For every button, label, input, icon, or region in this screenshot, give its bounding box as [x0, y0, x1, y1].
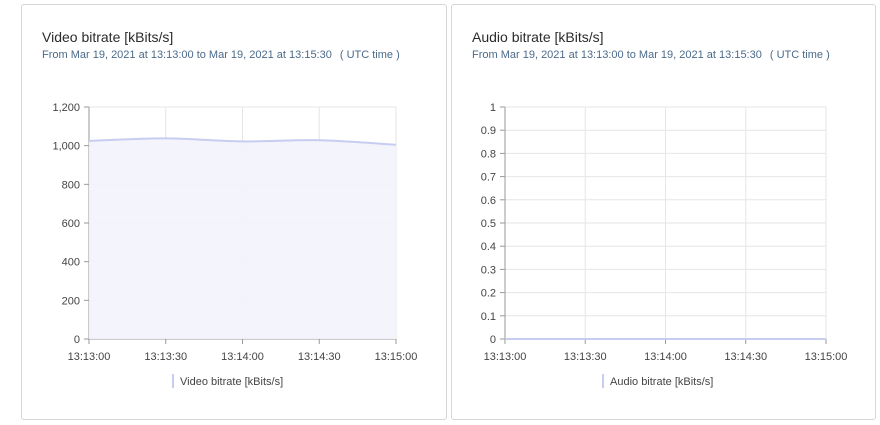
legend-swatch[interactable] — [172, 374, 174, 388]
y-tick-label: 200 — [62, 295, 80, 307]
x-tick-label: 13:14:00 — [221, 351, 264, 363]
legend-label[interactable]: Audio bitrate [kBits/s] — [610, 376, 713, 388]
y-tick-label: 0.4 — [481, 241, 496, 253]
y-tick-label: 0.1 — [481, 311, 496, 323]
y-tick-label: 0 — [490, 334, 496, 346]
y-tick-label: 0.3 — [481, 264, 496, 276]
video-bitrate-card: Video bitrate [kBits/s] From Mar 19, 202… — [21, 4, 447, 420]
x-tick-label: 13:13:30 — [144, 351, 187, 363]
x-tick-label: 13:15:00 — [805, 351, 848, 363]
x-tick-label: 13:13:30 — [564, 351, 607, 363]
x-tick-label: 13:15:00 — [375, 351, 418, 363]
x-tick-label: 13:13:00 — [484, 351, 527, 363]
legend-swatch[interactable] — [602, 374, 604, 388]
audio-bitrate-card: Audio bitrate [kBits/s] From Mar 19, 202… — [451, 4, 876, 420]
y-tick-label: 0.6 — [481, 195, 496, 207]
y-tick-label: 400 — [62, 257, 80, 269]
y-tick-label: 1,200 — [52, 102, 80, 114]
y-tick-label: 800 — [62, 179, 80, 191]
video-bitrate-chart: 0 200 400 600 800 1,000 1,200 13:13:00 13:13:30 1… — [52, 102, 418, 388]
y-tick-label: 0.7 — [481, 172, 496, 184]
audio-bitrate-chart: 0 0.1 0.2 0.3 0.4 0.5 0.6 0.7 0.8 0.9 1 13:13:00 13:… — [481, 102, 848, 388]
x-tick-label: 13:13:00 — [68, 351, 111, 363]
y-tick-label: 600 — [62, 218, 80, 230]
x-tick-label: 13:14:30 — [298, 351, 341, 363]
y-tick-label: 0 — [74, 334, 80, 346]
y-tick-label: 1,000 — [52, 141, 80, 153]
y-tick-label: 1 — [490, 102, 496, 114]
x-tick-label: 13:14:30 — [724, 351, 767, 363]
y-tick-label: 0.2 — [481, 288, 496, 300]
x-tick-label: 13:14:00 — [644, 351, 687, 363]
legend-label[interactable]: Video bitrate [kBits/s] — [180, 376, 283, 388]
y-tick-label: 0.9 — [481, 125, 496, 137]
y-tick-label: 0.8 — [481, 148, 496, 160]
series-area — [89, 138, 396, 339]
y-tick-label: 0.5 — [481, 218, 496, 230]
